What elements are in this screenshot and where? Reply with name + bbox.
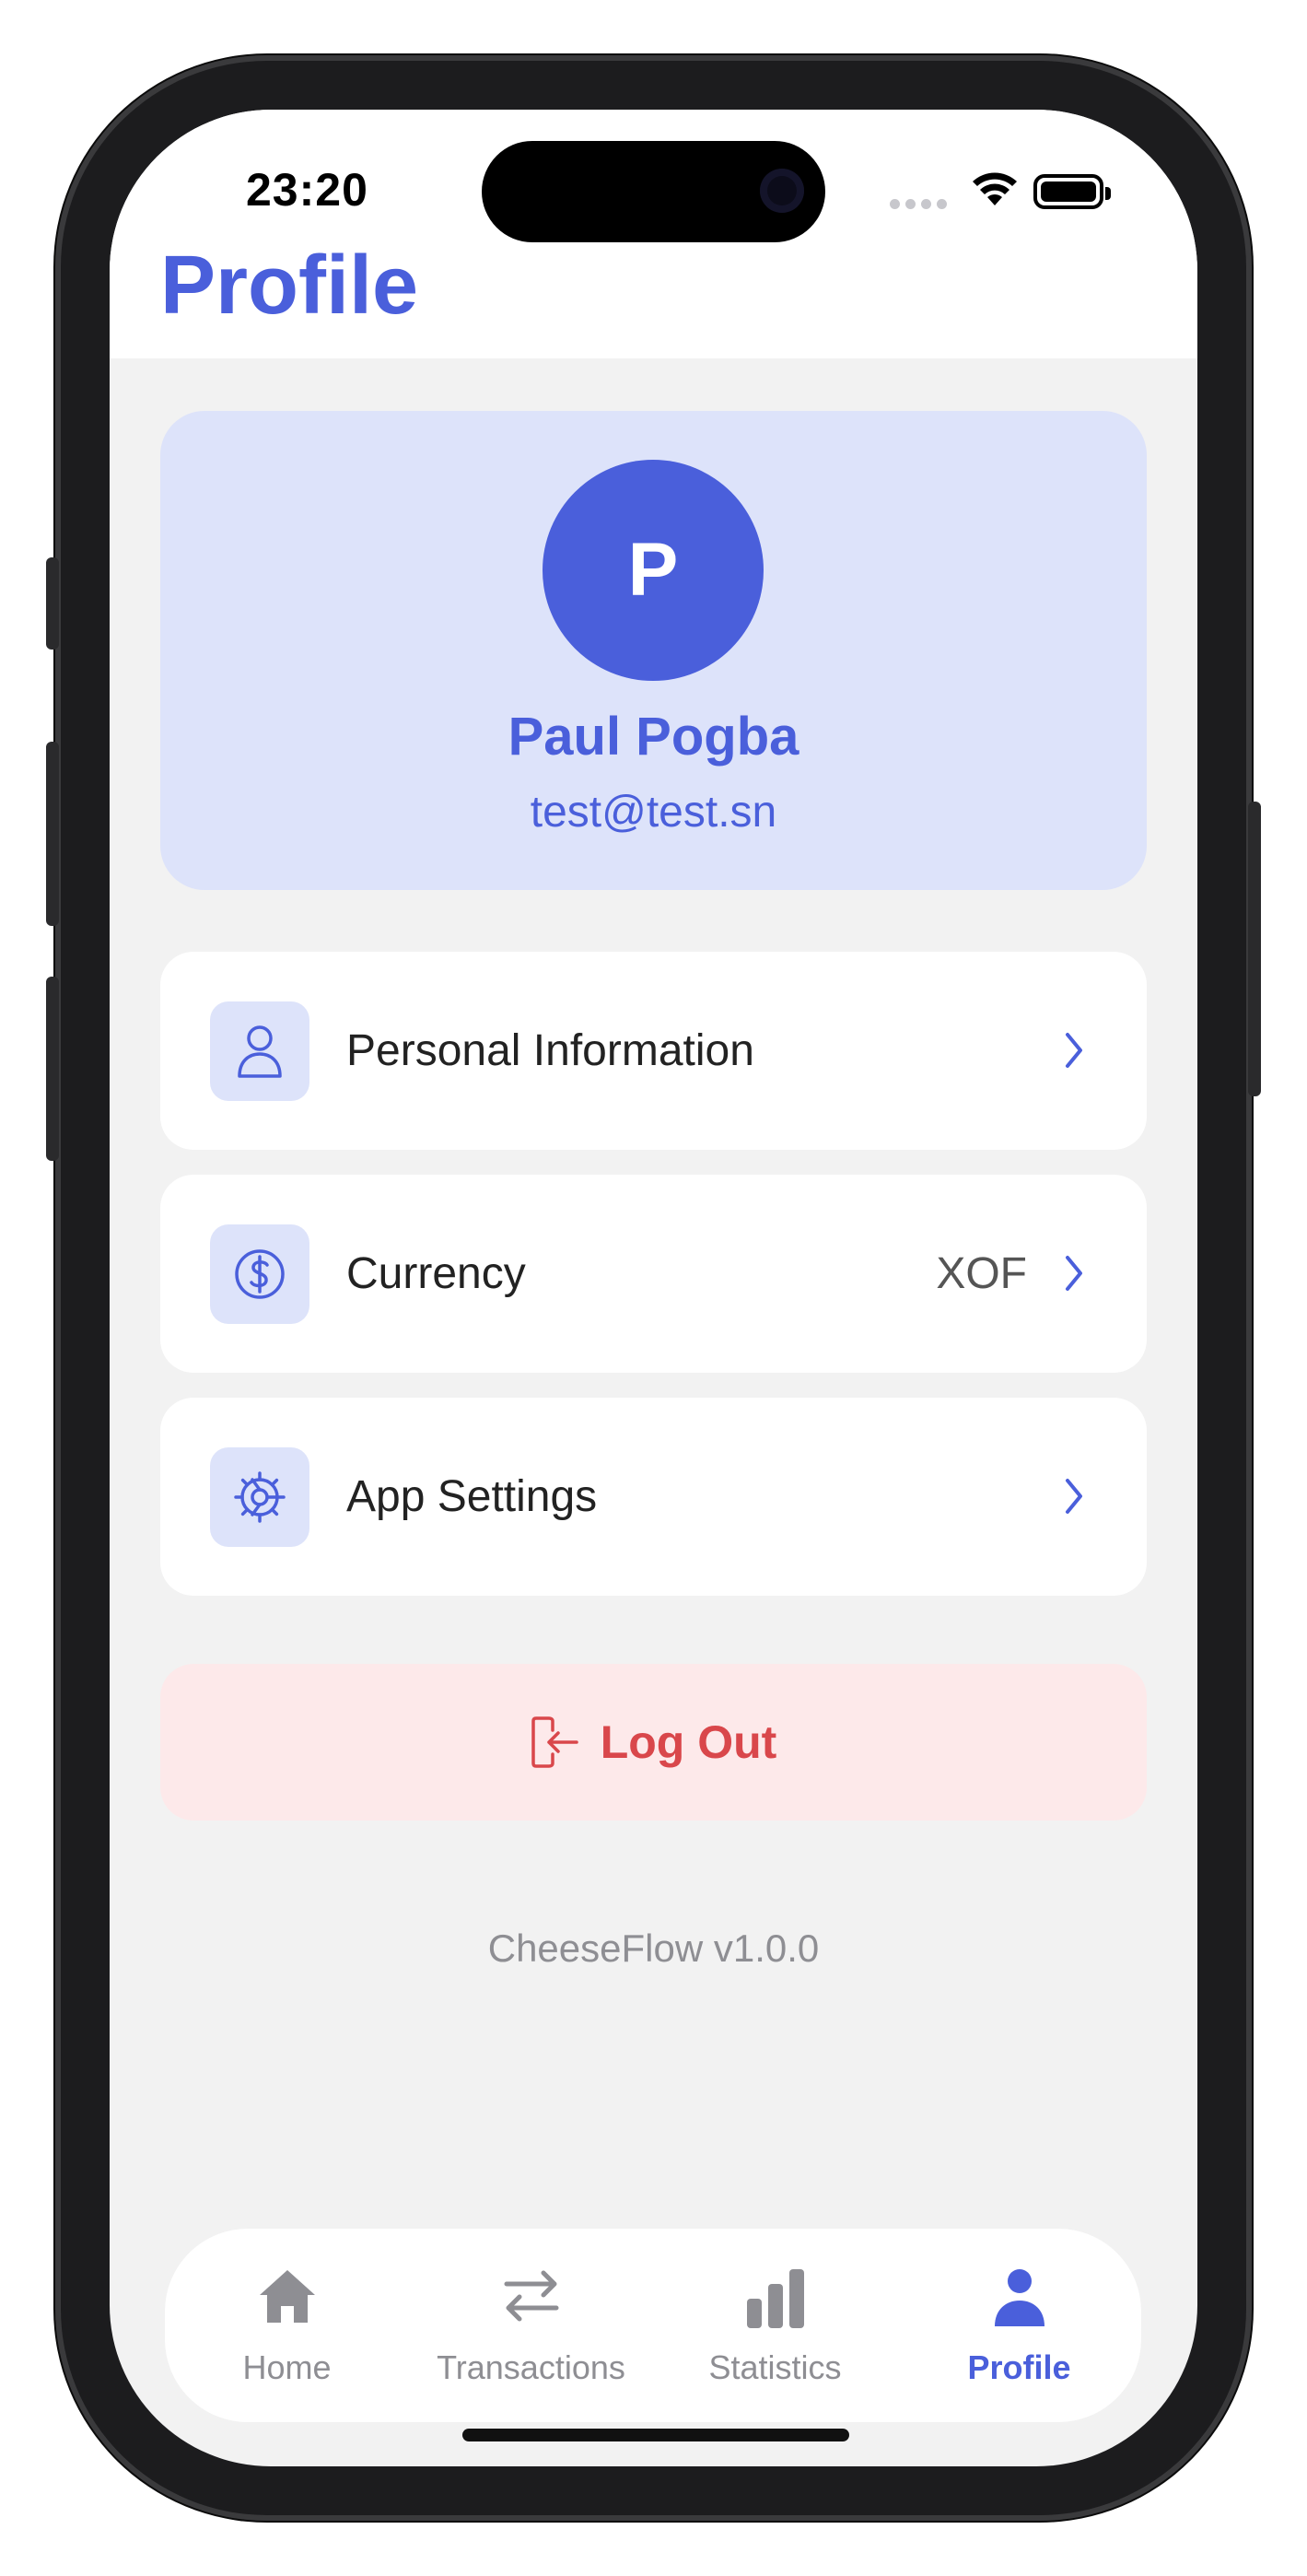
volume-down-button xyxy=(46,977,59,1161)
tab-transactions-label: Transactions xyxy=(437,2348,625,2386)
chevron-right-icon xyxy=(1066,1256,1082,1291)
logout-label: Log Out xyxy=(600,1716,777,1768)
battery-icon xyxy=(1033,174,1111,209)
user-name: Paul Pogba xyxy=(508,707,799,767)
user-email: test@test.sn xyxy=(530,788,777,837)
personal-information-row[interactable]: Personal Information xyxy=(160,952,1147,1150)
gear-icon xyxy=(210,1447,309,1547)
wifi-icon xyxy=(973,172,1017,205)
tab-bar: Home Transactions Statistics Profile xyxy=(165,2229,1141,2422)
tab-statistics[interactable]: Statistics xyxy=(653,2229,897,2422)
volume-up-button xyxy=(46,742,59,926)
tab-home[interactable]: Home xyxy=(165,2229,409,2422)
app-settings-row[interactable]: App Settings xyxy=(160,1398,1147,1596)
avatar: P xyxy=(543,460,764,681)
dollar-circle-icon xyxy=(210,1224,309,1324)
transfer-arrows-icon xyxy=(504,2270,558,2322)
tab-transactions[interactable]: Transactions xyxy=(409,2229,653,2422)
tab-profile[interactable]: Profile xyxy=(897,2229,1141,2422)
power-button xyxy=(1248,802,1261,1096)
front-camera-icon xyxy=(760,169,804,213)
app-version: CheeseFlow v1.0.0 xyxy=(487,1926,820,1970)
status-time: 23:20 xyxy=(246,164,368,216)
user-icon xyxy=(210,1001,309,1101)
dynamic-island xyxy=(482,141,825,242)
tab-profile-label: Profile xyxy=(967,2348,1071,2386)
tab-home-label: Home xyxy=(242,2348,332,2386)
currency-label: Currency xyxy=(346,1249,526,1298)
app-settings-label: App Settings xyxy=(346,1472,598,1521)
chevron-right-icon xyxy=(1066,1479,1082,1514)
logout-button[interactable]: Log Out xyxy=(160,1664,1147,1821)
action-button xyxy=(46,557,59,650)
personal-information-label: Personal Information xyxy=(346,1026,754,1075)
page-title: Profile xyxy=(160,240,419,332)
currency-row[interactable]: Currency XOF xyxy=(160,1175,1147,1373)
bar-chart-icon xyxy=(746,2269,804,2328)
currency-value: XOF xyxy=(936,1249,1027,1298)
tab-statistics-label: Statistics xyxy=(708,2348,842,2386)
cellular-signal-icon xyxy=(890,197,952,214)
home-icon xyxy=(259,2270,315,2323)
profile-card: P Paul Pogba test@test.sn xyxy=(160,411,1147,890)
person-icon xyxy=(994,2269,1044,2326)
logout-icon xyxy=(531,1716,578,1768)
chevron-right-icon xyxy=(1066,1033,1082,1068)
screen: 23:20 Profile P Paul Pogba test@test.sn … xyxy=(110,110,1197,2466)
home-indicator[interactable] xyxy=(462,2429,849,2441)
